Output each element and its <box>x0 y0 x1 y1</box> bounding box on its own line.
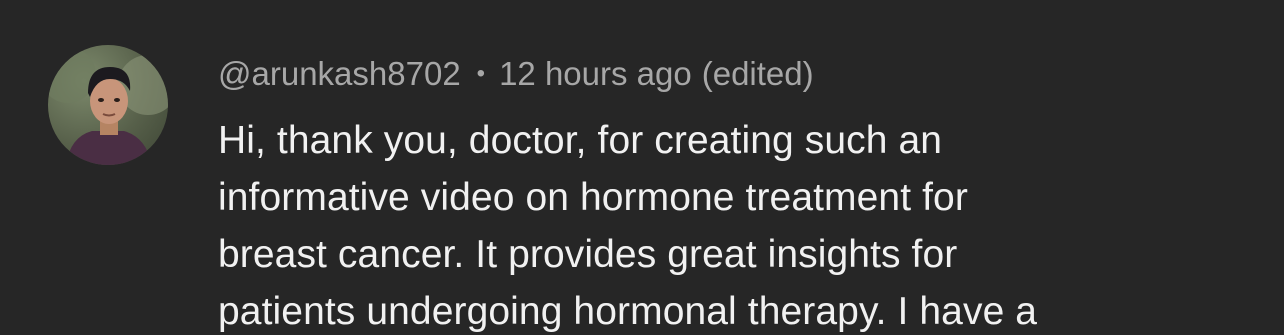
comment-meta: @arunkash8702 • 12 hours ago (edited) <box>218 54 814 94</box>
edited-label: (edited) <box>701 55 814 92</box>
comment-text-line: Hi, thank you, doctor, for creating such… <box>218 119 943 162</box>
comment-item: @arunkash8702 • 12 hours ago (edited) Hi… <box>0 0 1284 335</box>
comment-text-line: patients undergoing hormonal therapy. I … <box>218 290 1038 333</box>
comment-timestamp: 12 hours ago <box>499 55 692 92</box>
author-handle[interactable]: @arunkash8702 <box>218 54 461 94</box>
comment-text-line: breast cancer. It provides great insight… <box>218 233 958 276</box>
comment-text: Hi, thank you, doctor, for creating such… <box>218 112 1238 335</box>
avatar-photo-icon <box>48 47 168 165</box>
meta-separator: • <box>476 60 486 87</box>
user-avatar[interactable] <box>48 45 168 165</box>
comment-text-line: informative video on hormone treatment f… <box>218 176 968 219</box>
